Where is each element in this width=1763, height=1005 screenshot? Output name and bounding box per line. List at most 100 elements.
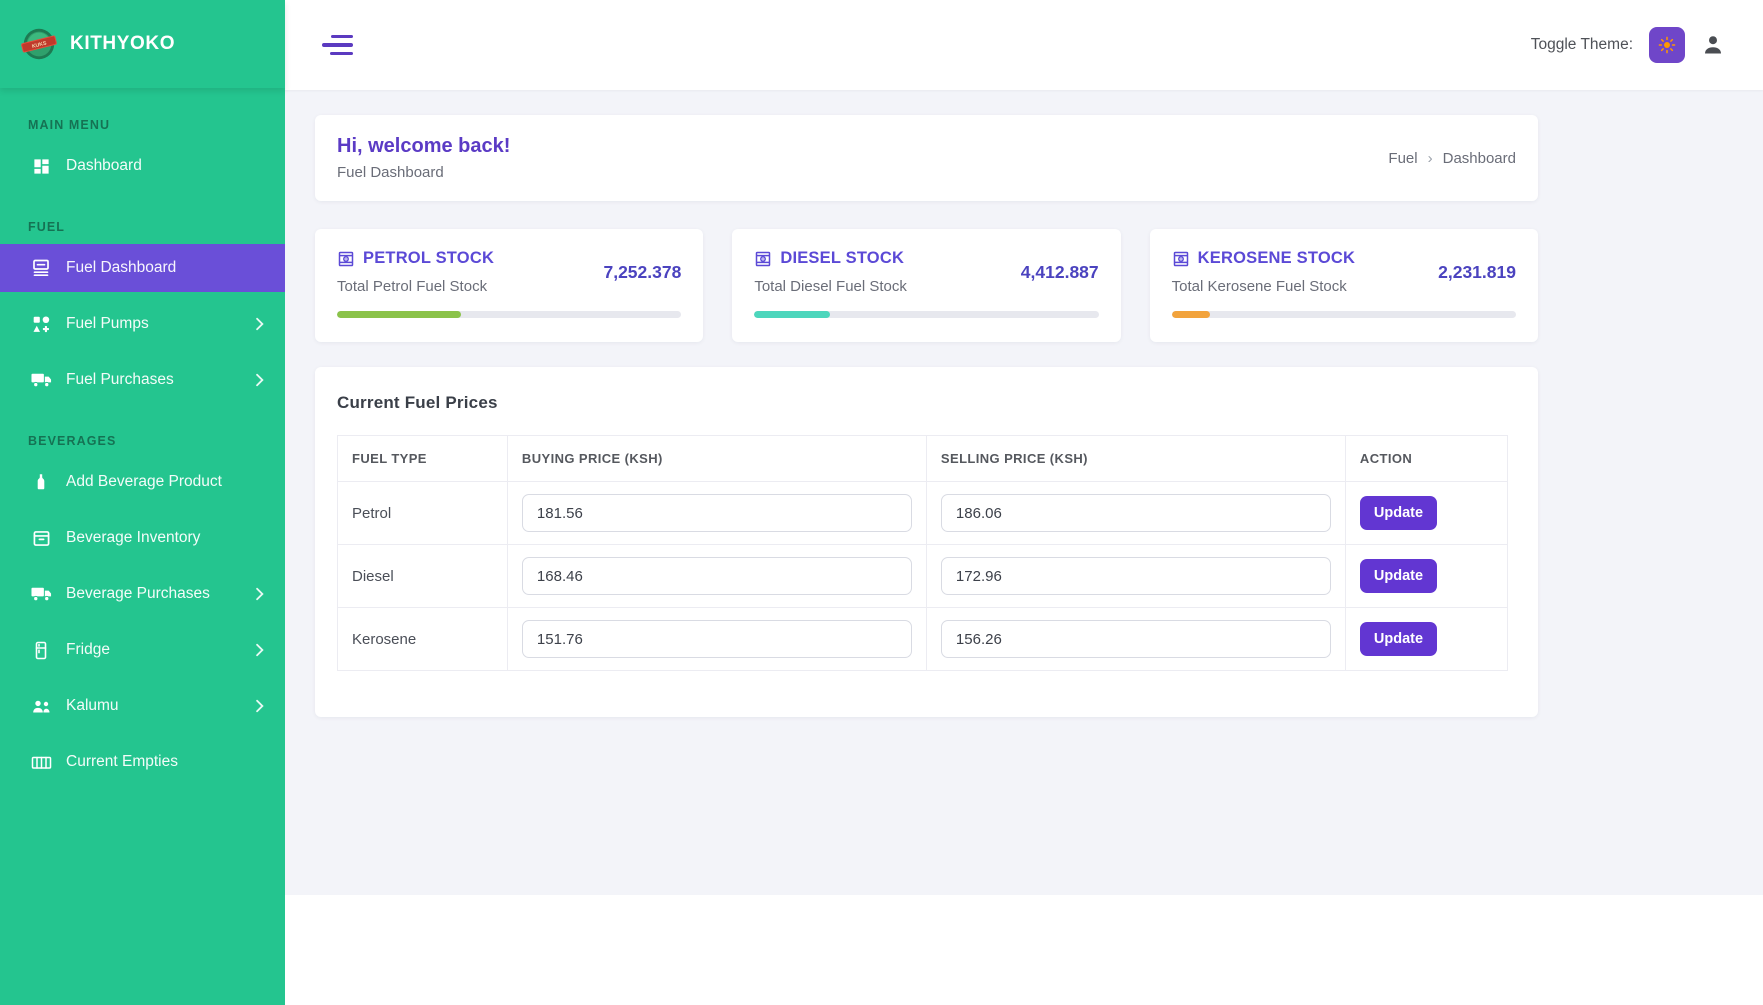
petrol-buying-price-input[interactable] xyxy=(522,494,912,532)
diesel-progress-track xyxy=(754,311,1098,318)
fuel-type-cell: Diesel xyxy=(338,545,508,608)
fuel-type-cell: Petrol xyxy=(338,482,508,545)
theme-toggle-button[interactable] xyxy=(1649,27,1685,63)
breadcrumb-separator: › xyxy=(1428,150,1433,167)
fuel-prices-title: Current Fuel Prices xyxy=(337,393,1508,413)
petrol-update-button[interactable]: Update xyxy=(1360,496,1437,530)
column-header-buying-price: BUYING PRICE (KSH) xyxy=(507,436,926,482)
sidebar-item-current-empties[interactable]: Current Empties xyxy=(0,738,285,786)
content-area: Hi, welcome back! Fuel Dashboard Fuel › … xyxy=(285,90,1763,1005)
shapes-icon xyxy=(30,313,52,335)
kerosene-buying-price-input[interactable] xyxy=(522,620,912,658)
diesel-buying-price-input[interactable] xyxy=(522,557,912,595)
kerosene-selling-price-input[interactable] xyxy=(941,620,1331,658)
hamburger-menu-icon[interactable] xyxy=(318,31,357,60)
crate-icon xyxy=(30,751,52,773)
fuel-type-cell: Kerosene xyxy=(338,608,508,671)
welcome-title: Hi, welcome back! xyxy=(337,135,510,158)
sidebar-item-label: Fuel Purchases xyxy=(66,371,253,389)
stat-title: PETROL STOCK xyxy=(363,249,494,268)
fuel-prices-card: Current Fuel Prices FUEL TYPE BUYING PRI… xyxy=(315,367,1538,717)
sidebar-item-kalumu[interactable]: Kalumu xyxy=(0,682,285,730)
table-row-diesel: Diesel Update xyxy=(338,545,1508,608)
sidebar-item-fridge[interactable]: Fridge xyxy=(0,626,285,674)
table-row-kerosene: Kerosene Update xyxy=(338,608,1508,671)
toggle-theme-label: Toggle Theme: xyxy=(1531,36,1633,54)
chevron-right-icon xyxy=(253,373,267,387)
stats-row: PETROL STOCK Total Petrol Fuel Stock 7,2… xyxy=(315,229,1538,342)
sun-icon xyxy=(1658,36,1676,54)
sidebar-item-add-beverage-product[interactable]: Add Beverage Product xyxy=(0,458,285,506)
kerosene-progress-track xyxy=(1172,311,1516,318)
brand-name: KITHYOKO xyxy=(70,33,175,55)
inventory-box-icon xyxy=(30,527,52,549)
stat-title: DIESEL STOCK xyxy=(780,249,904,268)
sidebar-item-dashboard[interactable]: Dashboard xyxy=(0,142,285,190)
sidebar-section-main-menu: MAIN MENU xyxy=(28,118,285,132)
fuel-prices-table: FUEL TYPE BUYING PRICE (KSH) SELLING PRI… xyxy=(337,435,1508,671)
kerosene-update-button[interactable]: Update xyxy=(1360,622,1437,656)
diesel-progress-fill xyxy=(754,311,830,318)
stat-subtitle: Total Petrol Fuel Stock xyxy=(337,278,494,295)
kerosene-progress-fill xyxy=(1172,311,1210,318)
table-row-petrol: Petrol Update xyxy=(338,482,1508,545)
main-area: Toggle Theme: xyxy=(285,0,1763,1005)
petrol-progress-track xyxy=(337,311,681,318)
person-icon xyxy=(1701,33,1725,57)
fuel-drum-icon xyxy=(754,250,772,268)
sidebar-item-label: Fuel Dashboard xyxy=(66,259,267,277)
diesel-update-button[interactable]: Update xyxy=(1360,559,1437,593)
sidebar-item-label: Current Empties xyxy=(66,753,267,771)
truck-icon xyxy=(30,369,52,391)
breadcrumb-dashboard[interactable]: Dashboard xyxy=(1443,150,1516,167)
sidebar-section-beverages: BEVERAGES xyxy=(28,434,285,448)
fuel-dashboard-icon xyxy=(30,257,52,279)
stat-value: 2,231.819 xyxy=(1438,262,1516,283)
breadcrumb: Fuel › Dashboard xyxy=(1388,150,1516,167)
kithyoko-badge-logo: KUKS xyxy=(20,25,58,63)
column-header-action: ACTION xyxy=(1345,436,1507,482)
fuel-drum-icon xyxy=(1172,250,1190,268)
column-header-fuel-type: FUEL TYPE xyxy=(338,436,508,482)
stat-subtitle: Total Kerosene Fuel Stock xyxy=(1172,278,1355,295)
sidebar-item-beverage-purchases[interactable]: Beverage Purchases xyxy=(0,570,285,618)
diesel-stock-card: DIESEL STOCK Total Diesel Fuel Stock 4,4… xyxy=(732,229,1120,342)
welcome-subtitle: Fuel Dashboard xyxy=(337,164,510,181)
dashboard-grid-icon xyxy=(30,155,52,177)
stat-subtitle: Total Diesel Fuel Stock xyxy=(754,278,907,295)
user-account-button[interactable] xyxy=(1701,33,1725,57)
sidebar-item-fuel-pumps[interactable]: Fuel Pumps xyxy=(0,300,285,348)
chevron-right-icon xyxy=(253,587,267,601)
fridge-icon xyxy=(30,639,52,661)
sidebar-item-label: Fuel Pumps xyxy=(66,315,253,333)
column-header-selling-price: SELLING PRICE (KSH) xyxy=(926,436,1345,482)
sidebar-section-fuel: FUEL xyxy=(28,220,285,234)
petrol-progress-fill xyxy=(337,311,461,318)
chevron-right-icon xyxy=(253,317,267,331)
sidebar: KUKS KITHYOKO MAIN MENU Dashboard FUEL F… xyxy=(0,0,285,1005)
sidebar-item-fuel-purchases[interactable]: Fuel Purchases xyxy=(0,356,285,404)
diesel-selling-price-input[interactable] xyxy=(941,557,1331,595)
brand-header: KUKS KITHYOKO xyxy=(0,0,285,88)
sidebar-item-label: Beverage Inventory xyxy=(66,529,267,547)
sidebar-item-label: Dashboard xyxy=(66,157,267,175)
petrol-selling-price-input[interactable] xyxy=(941,494,1331,532)
welcome-card: Hi, welcome back! Fuel Dashboard Fuel › … xyxy=(315,115,1538,201)
sidebar-item-label: Add Beverage Product xyxy=(66,473,267,491)
bottle-icon xyxy=(30,471,52,493)
sidebar-item-label: Kalumu xyxy=(66,697,253,715)
sidebar-item-label: Beverage Purchases xyxy=(66,585,253,603)
sidebar-item-fuel-dashboard[interactable]: Fuel Dashboard xyxy=(0,244,285,292)
people-icon xyxy=(30,695,52,717)
sidebar-item-beverage-inventory[interactable]: Beverage Inventory xyxy=(0,514,285,562)
chevron-right-icon xyxy=(253,699,267,713)
chevron-right-icon xyxy=(253,643,267,657)
stat-value: 7,252.378 xyxy=(603,262,681,283)
breadcrumb-fuel[interactable]: Fuel xyxy=(1388,150,1417,167)
truck-icon xyxy=(30,583,52,605)
kerosene-stock-card: KEROSENE STOCK Total Kerosene Fuel Stock… xyxy=(1150,229,1538,342)
stat-title: KEROSENE STOCK xyxy=(1198,249,1355,268)
fuel-drum-icon xyxy=(337,250,355,268)
stat-value: 4,412.887 xyxy=(1021,262,1099,283)
petrol-stock-card: PETROL STOCK Total Petrol Fuel Stock 7,2… xyxy=(315,229,703,342)
